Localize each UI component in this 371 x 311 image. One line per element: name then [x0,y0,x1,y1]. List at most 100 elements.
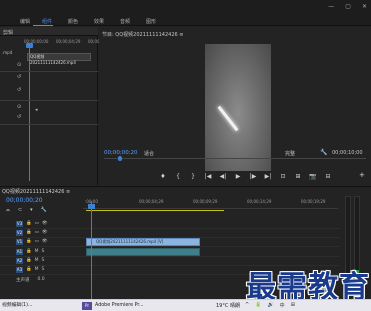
compare-button[interactable]: ⊟ [324,173,332,180]
lift-button[interactable]: ⊡ [279,173,287,180]
sync-toggle-icon[interactable]: ▭ [35,239,39,245]
mute-button[interactable]: M [35,267,39,273]
marker-icon[interactable]: ▾ [30,207,33,213]
sync-icon[interactable]: ↺ [17,114,21,120]
speaker-icon[interactable]: ◂ [35,107,38,113]
input-method-icon[interactable]: 中 [280,302,285,309]
window-controls: — ▢ ✕ [328,3,367,11]
eye-icon[interactable]: 👁 [42,230,48,236]
lock-icon[interactable]: 🔒 [26,258,32,264]
linked-selection-icon[interactable]: ⊂ [18,207,22,213]
mark-in-button[interactable]: { [174,173,182,180]
go-to-out-button[interactable]: ▶| [264,173,272,180]
track-name[interactable]: V2 [16,230,23,236]
track-name[interactable]: V1 [16,239,23,245]
track-name[interactable]: A1 [16,249,23,255]
ruler-label: 00;00;04;29 [139,199,164,204]
eye-icon[interactable]: 👁 [42,221,48,227]
program-scrub-bar[interactable] [104,158,366,161]
go-to-in-button[interactable]: |◀ [204,173,212,180]
fit-select[interactable]: 适合 [144,150,154,157]
extract-button[interactable]: ⊞ [294,173,302,180]
step-forward-button[interactable]: |▶ [249,173,257,180]
weather-widget[interactable]: 19°C 晴朗 [216,302,240,309]
menu-item-color[interactable]: 颜色 [68,18,78,25]
program-timecode[interactable]: 00;00;00;20 [104,150,138,156]
track-controls: V3 🔒 ▭ 👁 [16,221,48,227]
taskbar-item-premiere[interactable]: Adobe Premiere Pr... [95,302,185,310]
play-button[interactable]: ▶ [234,173,242,180]
master-volume[interactable]: 0.0 [38,277,45,283]
sync-toggle-icon[interactable]: ▭ [35,221,39,227]
timeline-timecode[interactable]: 00;00;00;20 [6,197,43,204]
program-scrub-handle[interactable] [118,156,122,161]
wrench-icon[interactable]: 🔧 [41,207,47,213]
divider [0,124,98,125]
maximize-button[interactable]: ▢ [345,3,351,11]
ruler-label: 00;00;19;29 [301,199,326,204]
sync-icon[interactable]: ↺ [17,87,21,93]
battery-icon[interactable]: 🔋 [255,302,261,309]
lock-icon[interactable]: 🔒 [26,249,32,255]
add-marker-button[interactable]: ♦ [159,173,167,180]
snap-icon[interactable]: ⌓ [6,207,10,213]
quality-select[interactable]: 完整 [285,150,295,157]
lock-icon[interactable]: 🔒 [26,221,32,227]
program-monitor: 节目: QQ视频20211111142426 ≡ 00;00;00;20 适合 … [99,27,371,185]
work-area-bar[interactable] [86,210,224,211]
taskbar-item-video[interactable]: 视频编辑(1)... [2,302,82,310]
ruler-label: 00;00;04;29 [56,39,81,44]
mute-button[interactable]: M [35,249,39,255]
ruler-label: 00;00 [88,39,100,44]
sync-toggle-icon[interactable]: ▭ [35,230,39,236]
close-button[interactable]: ✕ [362,3,367,11]
program-duration: 00;00;10;00 [332,150,363,156]
lock-icon[interactable]: ⊙ [17,62,21,68]
menu-item-components[interactable]: 组件 [42,18,52,25]
system-tray: ^ 🔋 🔊 中 ⊞ [245,302,295,309]
source-panel-title: 剪辑 [3,30,14,36]
menu-item-audio[interactable]: 音频 [120,18,130,25]
solo-button[interactable]: S [42,249,45,255]
lock-icon[interactable]: 🔒 [26,267,32,273]
wrench-icon[interactable]: 🔧 [320,149,327,156]
track-controls: V2 🔒 ▭ 👁 [16,230,48,236]
video-clip[interactable]: QQ视频20211111142426.mp4 [V] [86,238,200,246]
audio-clip[interactable] [86,248,200,256]
timeline-tools: ⌓ ⊂ ▾ 🔧 [6,207,47,213]
track-name[interactable]: A3 [16,267,23,273]
solo-button[interactable]: S [42,258,45,264]
volume-icon[interactable]: 🔊 [267,302,273,309]
transport-controls: ♦ { } |◀ ◀| ▶ |▶ ▶| ⊡ ⊞ 📷 ⊟ [159,172,332,180]
source-ruler[interactable]: 00;00;00;00 00;00;04;29 00;00 [22,39,100,47]
minimize-button[interactable]: — [328,3,334,11]
lock-icon[interactable]: 🔒 [26,239,32,245]
mark-out-button[interactable]: } [189,173,197,180]
divider [0,71,98,72]
mute-button[interactable]: M [35,258,39,264]
sync-icon[interactable]: ↺ [17,74,21,80]
timeline-playhead-line [91,201,92,299]
add-button[interactable]: + [359,171,365,179]
track-name[interactable]: A2 [16,258,23,264]
track-row-v3: V3 🔒 ▭ 👁 [0,220,340,229]
solo-button[interactable]: S [42,267,45,273]
track-name[interactable]: V3 [16,221,23,227]
step-back-button[interactable]: ◀| [219,173,227,180]
ruler-label: 00;00;09;29 [193,199,218,204]
menu-item-graphics[interactable]: 图形 [146,18,156,25]
active-menu-underline [33,25,53,26]
tray-expand-icon[interactable]: ^ [245,302,249,309]
timeline-title[interactable]: QQ视频20211111142426 ≡ [2,188,70,195]
windows-icon[interactable]: ⊞ [291,302,295,309]
video-preview[interactable] [205,44,271,171]
timeline-ruler[interactable]: :00;00 00;00;04;29 00;00;09;29 00;00;14;… [83,199,338,209]
source-clip[interactable]: QQ视频20211111142426.mp4 [27,53,91,65]
menu-item-edit[interactable]: 编辑 [20,18,30,25]
menu-item-effects[interactable]: 效果 [94,18,104,25]
lock-icon[interactable]: ⊙ [17,104,21,110]
lock-icon[interactable]: 🔒 [26,230,32,236]
eye-icon[interactable]: 👁 [42,239,48,245]
export-frame-icon[interactable]: 📷 [309,173,317,180]
menu-bar: 编辑 组件 颜色 效果 音频 图形 — ▢ ✕ [0,0,371,26]
